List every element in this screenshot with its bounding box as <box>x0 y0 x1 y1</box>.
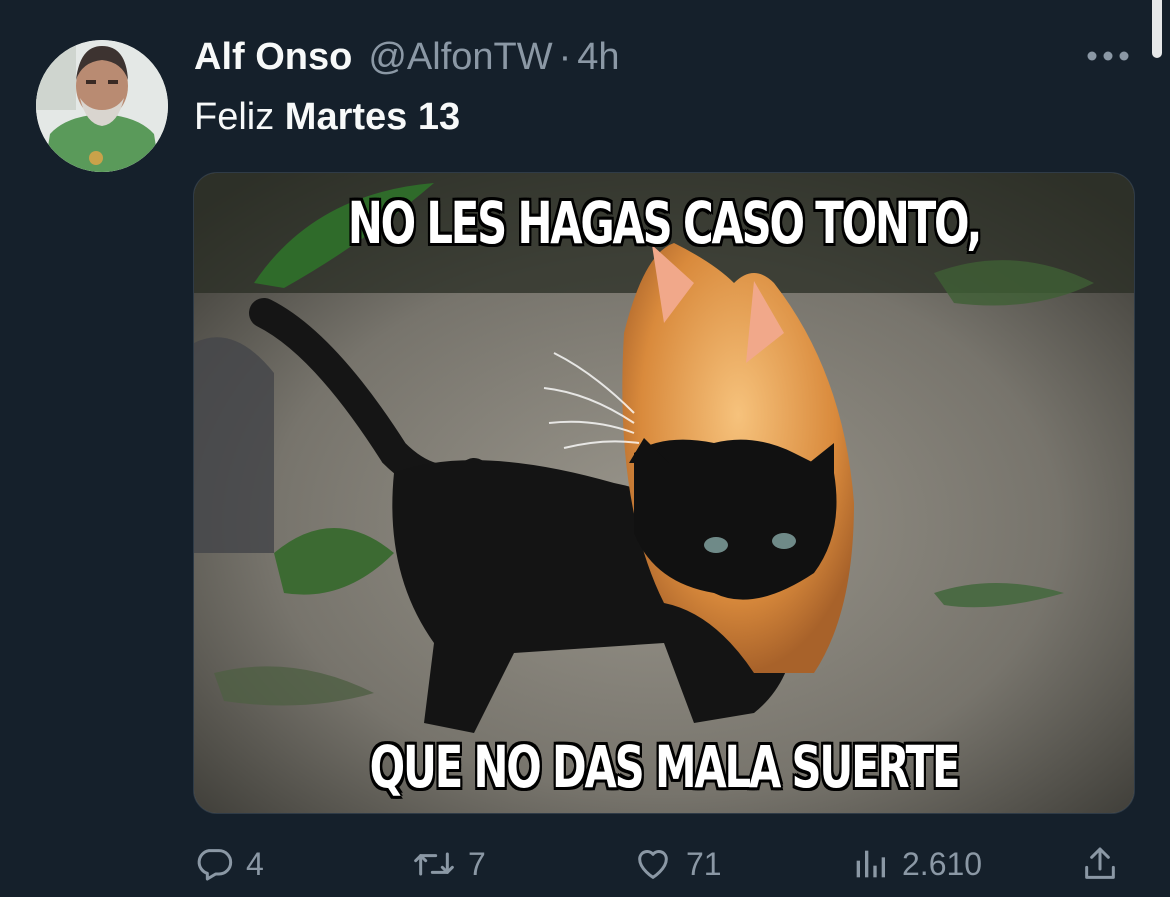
reply-button[interactable]: 4 <box>194 836 264 892</box>
views-icon <box>856 850 885 878</box>
avatar[interactable] <box>36 40 168 172</box>
views-button[interactable]: 2.610 <box>850 836 982 892</box>
retweet-count: 7 <box>468 845 486 882</box>
tweet-text: Feliz Martes 13 <box>194 96 460 139</box>
tweet-text-bold: Martes 13 <box>284 96 461 138</box>
meme-photo <box>194 173 1134 813</box>
share-button[interactable] <box>1080 836 1120 892</box>
display-name[interactable]: Alf Onso <box>194 36 352 79</box>
avatar-photo <box>36 40 168 172</box>
like-button[interactable]: 71 <box>632 836 722 892</box>
reply-icon <box>197 849 233 881</box>
retweet-button[interactable]: 7 <box>412 836 486 892</box>
meme-caption-bottom: QUE NO DAS MALA SUERTE <box>369 733 961 801</box>
heart-icon <box>638 850 668 879</box>
more-horizontal-icon <box>1087 51 1129 61</box>
tweet-media-image[interactable]: NO LES HAGAS CASO TONTO, QUE NO DAS MALA… <box>193 172 1135 814</box>
tweet[interactable]: Alf Onso @AlfonTW · 4h Feliz Martes 13 N… <box>0 0 1170 897</box>
user-handle[interactable]: @AlfonTW <box>368 36 552 79</box>
scrollbar[interactable] <box>1152 0 1162 58</box>
tweet-header: Alf Onso @AlfonTW · 4h <box>194 36 620 86</box>
tweet-text-plain: Feliz <box>194 96 285 138</box>
more-options-button[interactable] <box>1080 38 1136 74</box>
separator: · <box>558 36 572 78</box>
share-icon <box>1085 847 1115 879</box>
meme-caption-top: NO LES HAGAS CASO TONTO, <box>347 189 982 257</box>
reply-count: 4 <box>246 845 264 882</box>
timestamp[interactable]: 4h <box>577 36 619 79</box>
views-count: 2.610 <box>902 845 983 882</box>
retweet-icon <box>414 852 454 876</box>
tweet-actions: 4 7 71 2.610 <box>0 836 1170 892</box>
like-count: 71 <box>686 845 722 882</box>
